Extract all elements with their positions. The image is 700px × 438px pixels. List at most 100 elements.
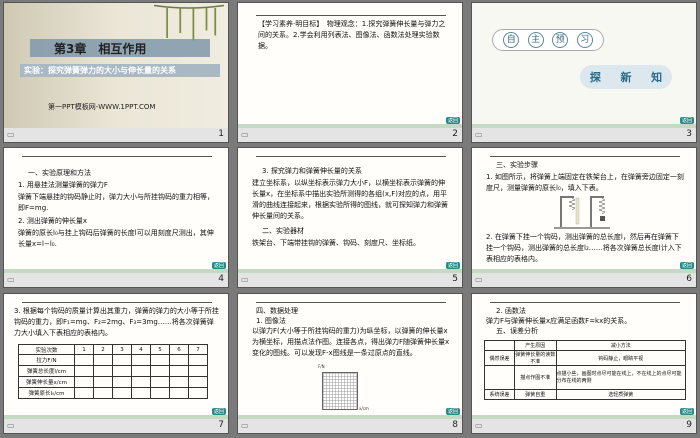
table-cell: 6 — [169, 344, 189, 355]
slide-number: 7 — [218, 420, 224, 430]
slide-notes-icon: ▭ — [475, 275, 483, 284]
slide-thumbnail-9[interactable]: 2. 函数法 弹力F与弹簧伸长量x应满足函数F=kx的关系。 五、误差分析 产生… — [471, 293, 697, 434]
divider-line — [256, 156, 446, 157]
table-row: 系统误差 弹簧自重 选轻质弹簧 — [484, 389, 687, 400]
table-cell: 系统误差 — [484, 389, 515, 400]
slide-1-content: 第3章 相互作用 实验：探究弹簧弹力的大小与伸长量的关系 第一PPT模板网-WW… — [4, 3, 228, 130]
slide-notes-icon: ▭ — [241, 275, 249, 284]
table-row: 弹簧总长度l/cm — [18, 365, 208, 377]
slide-caption-bar: ▭ 6 — [472, 273, 696, 287]
table-cell: 4 — [131, 344, 151, 355]
slide-notes-icon: ▭ — [7, 275, 15, 284]
slide-3-content: 自 主 预 习 探 新 知 返回 — [472, 3, 696, 130]
slide-line: 二、实验器材 — [262, 227, 304, 235]
slide-line: 3. 根据每个钩码的质量计算出其重力，弹簧的弹力的大小等于所挂钩码的重力，即F₁… — [14, 307, 219, 337]
slide-number: 1 — [218, 129, 224, 139]
slide-caption-bar: ▭ 8 — [238, 419, 462, 433]
table-cell: 钩码静止，眼睛平视 — [555, 350, 687, 366]
slide-notes-icon: ▭ — [475, 421, 483, 430]
table-row: 弹簧伸长量x/cm — [18, 376, 208, 388]
slide-notes-icon: ▭ — [241, 421, 249, 430]
learning-goals-text: 【学习素养·明目标】 物理观念：1.探究弹簧伸长量与弹力之间的关系。2.学会利用… — [258, 20, 446, 50]
table-row: 弹簧原长l₀/cm — [18, 387, 208, 399]
return-button[interactable]: 返回 — [445, 408, 460, 415]
data-table: 实验次数 1 2 3 4 5 6 7 拉力F/N 弹簧总长度l/cm 弹簧伸长量… — [18, 344, 208, 399]
chapter-title: 第3章 相互作用 — [54, 42, 147, 56]
slide-line: 弹簧的原长l₀与挂上钩码后弹簧的长度l可以用刻度尺测出，其伸长量x=l−l₀. — [18, 229, 214, 248]
slide-thumbnail-8[interactable]: 四、数据处理 1. 图像法 以弹力F(大小等于所挂钩码的重力)为纵坐标，以弹簧的… — [237, 293, 463, 434]
slide-thumbnail-6[interactable]: 三、实验步骤 1. 如图所示，将弹簧上端固定在铁架台上，在弹簧旁边固定一刻度尺，… — [471, 147, 697, 288]
error-analysis-table: 产生原因 减小方法 偶然误差 弹簧伸长量的读数不准 钩码静止，眼睛平视 描点作图… — [484, 340, 687, 400]
slide-thumbnail-5[interactable]: 3. 探究弹力和弹簧伸长量的关系 建立坐标系，以纵坐标表示弹力大小F，以横坐标表… — [237, 147, 463, 288]
slide-notes-icon: ▭ — [7, 130, 15, 139]
slide-notes-icon: ▭ — [7, 421, 15, 430]
chip-char: 探 — [589, 71, 601, 84]
slide-thumbnail-3[interactable]: 自 主 预 习 探 新 知 返回 ▭ 3 — [471, 2, 697, 143]
graph-paper — [322, 372, 358, 410]
slide-thumbnail-7[interactable]: 3. 根据每个钩码的质量计算出其重力，弹簧的弹力的大小等于所挂钩码的重力，即F₁… — [3, 293, 229, 434]
slide-line: 3. 探究弹力和弹簧伸长量的关系 — [262, 167, 362, 175]
divider-line — [22, 302, 212, 303]
table-cell: 2 — [93, 344, 113, 355]
slide-caption-bar: ▭ 1 — [4, 128, 228, 142]
table-cell: 7 — [188, 344, 208, 355]
slide-line: 2. 在弹簧下挂一个钩码，测出弹簧的总长度l，然后再在弹簧下挂一个钩码，测出弹簧… — [486, 233, 682, 263]
slide-line: 三、实验步骤 — [496, 161, 538, 169]
slide-line: 建立坐标系，以纵坐标表示弹力大小F，以横坐标表示弹簧的伸长量x，在坐标系中描出实… — [252, 179, 448, 220]
table-cell: 弹簧伸长量的读数不准 — [514, 350, 557, 366]
slide-notes-icon: ▭ — [475, 130, 483, 139]
chip-char: 新 — [620, 71, 632, 84]
table-cell: 选轻质弹簧 — [555, 389, 687, 400]
slide-footer-text: 第一PPT模板网-WWW.1PPT.COM — [48, 103, 156, 111]
slide-number: 2 — [452, 129, 458, 139]
return-button[interactable]: 返回 — [445, 117, 460, 124]
table-header-row: 产生原因 减小方法 — [484, 340, 687, 351]
slide-line: 1. 用悬挂法测量弹簧的弹力F — [18, 181, 108, 189]
slide-caption-bar: ▭ 5 — [238, 273, 462, 287]
slide-thumbnail-4[interactable]: 一、实验原理和方法 1. 用悬挂法测量弹簧的弹力F 弹簧下端悬挂的钩码静止时，弹… — [3, 147, 229, 288]
spring-apparatus-figure — [554, 196, 610, 229]
return-button[interactable]: 返回 — [211, 408, 226, 415]
table-row: 描点作图不准 点描小些，画图时点尽可能在线上，不在线上的点尽可能分布在线的两侧 — [484, 365, 687, 390]
slide-6-content: 三、实验步骤 1. 如图所示，将弹簧上端固定在铁架台上，在弹簧旁边固定一刻度尺，… — [472, 148, 696, 275]
return-button[interactable]: 返回 — [679, 262, 694, 269]
slide-line: 一、实验原理和方法 — [28, 169, 91, 177]
table-cell — [484, 365, 515, 390]
slide-caption-bar: ▭ 3 — [472, 128, 696, 142]
table-cell: 实验次数 — [18, 344, 75, 355]
pill-char: 习 — [576, 32, 593, 48]
slide-line: 铁架台、下端带挂钩的弹簧、钩码、刻度尺、坐标纸。 — [252, 239, 420, 247]
divider-line — [490, 302, 680, 303]
slide-number: 6 — [686, 274, 692, 284]
return-button[interactable]: 返回 — [679, 408, 694, 415]
chip-char: 知 — [651, 71, 663, 84]
table-cell: 弹簧原长l₀/cm — [18, 387, 75, 399]
slide-9-content: 2. 函数法 弹力F与弹簧伸长量x应满足函数F=kx的关系。 五、误差分析 产生… — [472, 294, 696, 421]
slide-notes-icon: ▭ — [241, 130, 249, 139]
table-header-row: 实验次数 1 2 3 4 5 6 7 — [18, 344, 208, 355]
table-cell: 弹簧自重 — [514, 389, 557, 400]
divider-line — [256, 302, 446, 303]
slide-4-content: 一、实验原理和方法 1. 用悬挂法测量弹簧的弹力F 弹簧下端悬挂的钩码静止时，弹… — [4, 148, 228, 275]
slide-caption-bar: ▭ 4 — [4, 273, 228, 287]
slide-caption-bar: ▭ 9 — [472, 419, 696, 433]
table-cell: 偶然误差 — [484, 350, 515, 366]
slide-subtitle: 实验：探究弹簧弹力的大小与伸长量的关系 — [24, 66, 176, 75]
divider-line — [22, 156, 212, 157]
return-button[interactable]: 返回 — [211, 262, 226, 269]
table-cell: 弹簧伸长量x/cm — [18, 376, 75, 388]
slide-2-content: 【学习素养·明目标】 物理观念：1.探究弹簧伸长量与弹力之间的关系。2.学会利用… — [238, 3, 462, 130]
table-cell: 描点作图不准 — [514, 365, 557, 390]
slide-5-content: 3. 探究弹力和弹簧伸长量的关系 建立坐标系，以纵坐标表示弹力大小F，以横坐标表… — [238, 148, 462, 275]
slide-thumbnail-2[interactable]: 【学习素养·明目标】 物理观念：1.探究弹簧伸长量与弹力之间的关系。2.学会利用… — [237, 2, 463, 143]
slide-thumbnail-1[interactable]: 第3章 相互作用 实验：探究弹簧弹力的大小与伸长量的关系 第一PPT模板网-WW… — [3, 2, 229, 143]
slide-number: 8 — [452, 420, 458, 430]
slide-line: 五、误差分析 — [496, 327, 538, 335]
return-button[interactable]: 返回 — [679, 117, 694, 124]
explore-chip: 探 新 知 — [580, 65, 672, 89]
table-row: 拉力F/N — [18, 354, 208, 366]
table-cell: 产生原因 — [514, 340, 557, 351]
slide-8-content: 四、数据处理 1. 图像法 以弹力F(大小等于所挂钩码的重力)为纵坐标，以弹簧的… — [238, 294, 462, 421]
return-button[interactable]: 返回 — [445, 262, 460, 269]
table-cell: 弹簧总长度l/cm — [18, 365, 75, 377]
